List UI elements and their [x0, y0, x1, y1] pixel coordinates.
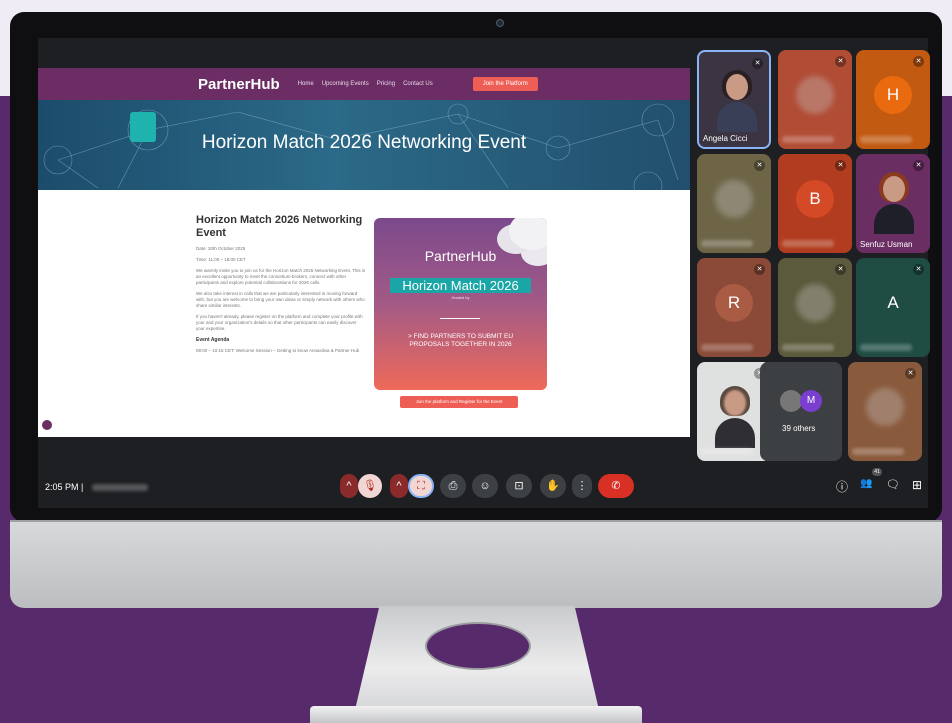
participant-name-blurred [782, 240, 834, 247]
muted-mic-icon: ✕ [835, 56, 846, 67]
participant-name: Angela Cicci [703, 134, 748, 143]
poster-tagline: > FIND PARTNERS TO SUBMIT EU PROPOSALS T… [407, 333, 514, 348]
event-paragraph-3: If you haven't already, please register … [196, 314, 363, 331]
cloud-decoration [509, 218, 547, 250]
more-options-icon[interactable]: ⋮ [572, 474, 592, 498]
webcam-icon [496, 19, 504, 27]
participant-tile[interactable]: R ✕ [697, 258, 771, 357]
participant-avatar-blurred [866, 388, 904, 426]
participant-video [717, 70, 757, 132]
site-menu: Home Upcoming Events Pricing Contact Us [298, 81, 433, 87]
participant-avatar: B [796, 180, 834, 218]
participant-tile[interactable]: M 39 others [760, 362, 842, 461]
raise-hand-icon[interactable]: ✋ [540, 474, 566, 498]
poster-divider [440, 318, 480, 319]
chat-icon[interactable]: 🗨 [886, 478, 900, 491]
participant-avatar: A [874, 284, 912, 322]
poster-hosted-by: Hosted by [451, 295, 470, 300]
agenda-heading: Event Agenda [196, 337, 230, 343]
muted-mic-icon: ✕ [835, 264, 846, 275]
participant-name-blurred [701, 344, 753, 351]
present-screen-icon[interactable]: ⎙ [440, 474, 466, 498]
event-poster: PartnerHub Horizon Match 2026 Hosted by … [374, 218, 547, 390]
camera-options-chevron-icon[interactable]: ^ [390, 474, 408, 498]
hang-up-icon[interactable]: ✆ [598, 474, 634, 498]
event-date: Date: 20th October 2025 [196, 246, 246, 251]
join-platform-button[interactable]: Join the Platform [472, 77, 538, 91]
muted-mic-icon: ✕ [913, 56, 924, 67]
activities-icon[interactable]: ⊞ [912, 478, 922, 492]
muted-mic-icon: ✕ [913, 160, 924, 171]
participant-avatar: H [874, 76, 912, 114]
event-heading: Horizon Match 2026 Networking Event [196, 214, 363, 239]
participant-tile[interactable]: ✕ Senfuz Usman [856, 154, 930, 253]
participant-avatar: R [715, 284, 753, 322]
event-description: Horizon Match 2026 Networking Event Date… [196, 214, 366, 359]
muted-mic-icon: ✕ [754, 160, 765, 171]
participant-name: Senfuz Usman [860, 240, 913, 249]
poster-logo: PartnerHub [424, 248, 497, 264]
monitor-base [310, 706, 642, 723]
shared-screen[interactable]: PartnerHub Home Upcoming Events Pricing … [38, 68, 690, 437]
camera-off-icon[interactable]: ⛶ [408, 474, 434, 498]
muted-mic-icon: ✕ [905, 368, 916, 379]
others-avatar: M [800, 390, 822, 412]
participant-tile[interactable]: ✕ [697, 154, 771, 253]
event-paragraph-2: We also take interest in calls that we a… [196, 291, 365, 308]
nav-upcoming-events[interactable]: Upcoming Events [322, 81, 369, 87]
meeting-time: 2:05 PM | [45, 482, 84, 492]
captions-icon[interactable]: ⊡ [506, 474, 532, 498]
event-intro: We warmly invite you to join us for the … [196, 268, 366, 285]
monitor-chin [10, 520, 942, 608]
muted-mic-icon: ✕ [752, 58, 763, 69]
hero-banner: Horizon Match 2026 Networking Event [38, 100, 690, 190]
participant-tile[interactable]: ✕ [848, 362, 922, 461]
participant-tile[interactable]: ✕ Angela Cicci [697, 50, 771, 149]
participant-video [874, 172, 914, 234]
emoji-reaction-icon[interactable]: ☺ [472, 474, 498, 498]
partnerhub-logo[interactable]: PartnerHub [198, 76, 280, 93]
meeting-info-icon[interactable]: ⓘ [836, 478, 848, 495]
muted-mic-icon: ✕ [754, 264, 765, 275]
participant-avatar-blurred [796, 76, 834, 114]
floating-chat-icon[interactable] [40, 418, 54, 432]
participant-avatar-blurred [715, 180, 753, 218]
participant-name-blurred [701, 240, 753, 247]
participant-name-blurred [782, 344, 834, 351]
others-count: 39 others [782, 424, 816, 433]
poster-title: Horizon Match 2026 [390, 278, 531, 293]
others-avatar-grey [780, 390, 802, 412]
site-navbar: PartnerHub Home Upcoming Events Pricing … [38, 68, 690, 100]
stand-cutout [425, 622, 531, 670]
people-count-badge: 41 [872, 468, 882, 476]
participant-name-blurred [860, 136, 912, 143]
participant-tile[interactable]: H ✕ [856, 50, 930, 149]
people-icon[interactable]: 👥 [860, 478, 872, 489]
participant-name-blurred [701, 448, 753, 455]
hero-title: Horizon Match 2026 Networking Event [201, 132, 527, 153]
muted-mic-icon: ✕ [913, 264, 924, 275]
event-time: Time: 11:00 – 18:00 CET [196, 257, 246, 262]
participant-tile[interactable]: A ✕ [856, 258, 930, 357]
register-event-button[interactable]: Join the platform and Register for the E… [400, 396, 518, 408]
meeting-code-blurred [92, 484, 148, 491]
participant-name-blurred [852, 448, 904, 455]
participant-photo [715, 386, 755, 448]
participant-tile[interactable]: B ✕ [778, 154, 852, 253]
agenda-item: 08:00 – 10:15 CET: Welcome Session – Get… [196, 348, 360, 353]
participant-tile[interactable]: ✕ [778, 50, 852, 149]
nav-contact[interactable]: Contact Us [403, 81, 433, 87]
participant-avatar-blurred [796, 284, 834, 322]
participant-name-blurred [860, 344, 912, 351]
nav-pricing[interactable]: Pricing [377, 81, 395, 87]
participant-tile[interactable]: ✕ [778, 258, 852, 357]
nav-home[interactable]: Home [298, 81, 314, 87]
mic-options-chevron-icon[interactable]: ^ [340, 474, 358, 498]
participant-name-blurred [782, 136, 834, 143]
mic-off-icon[interactable]: 🎙 [358, 474, 382, 498]
muted-mic-icon: ✕ [835, 160, 846, 171]
